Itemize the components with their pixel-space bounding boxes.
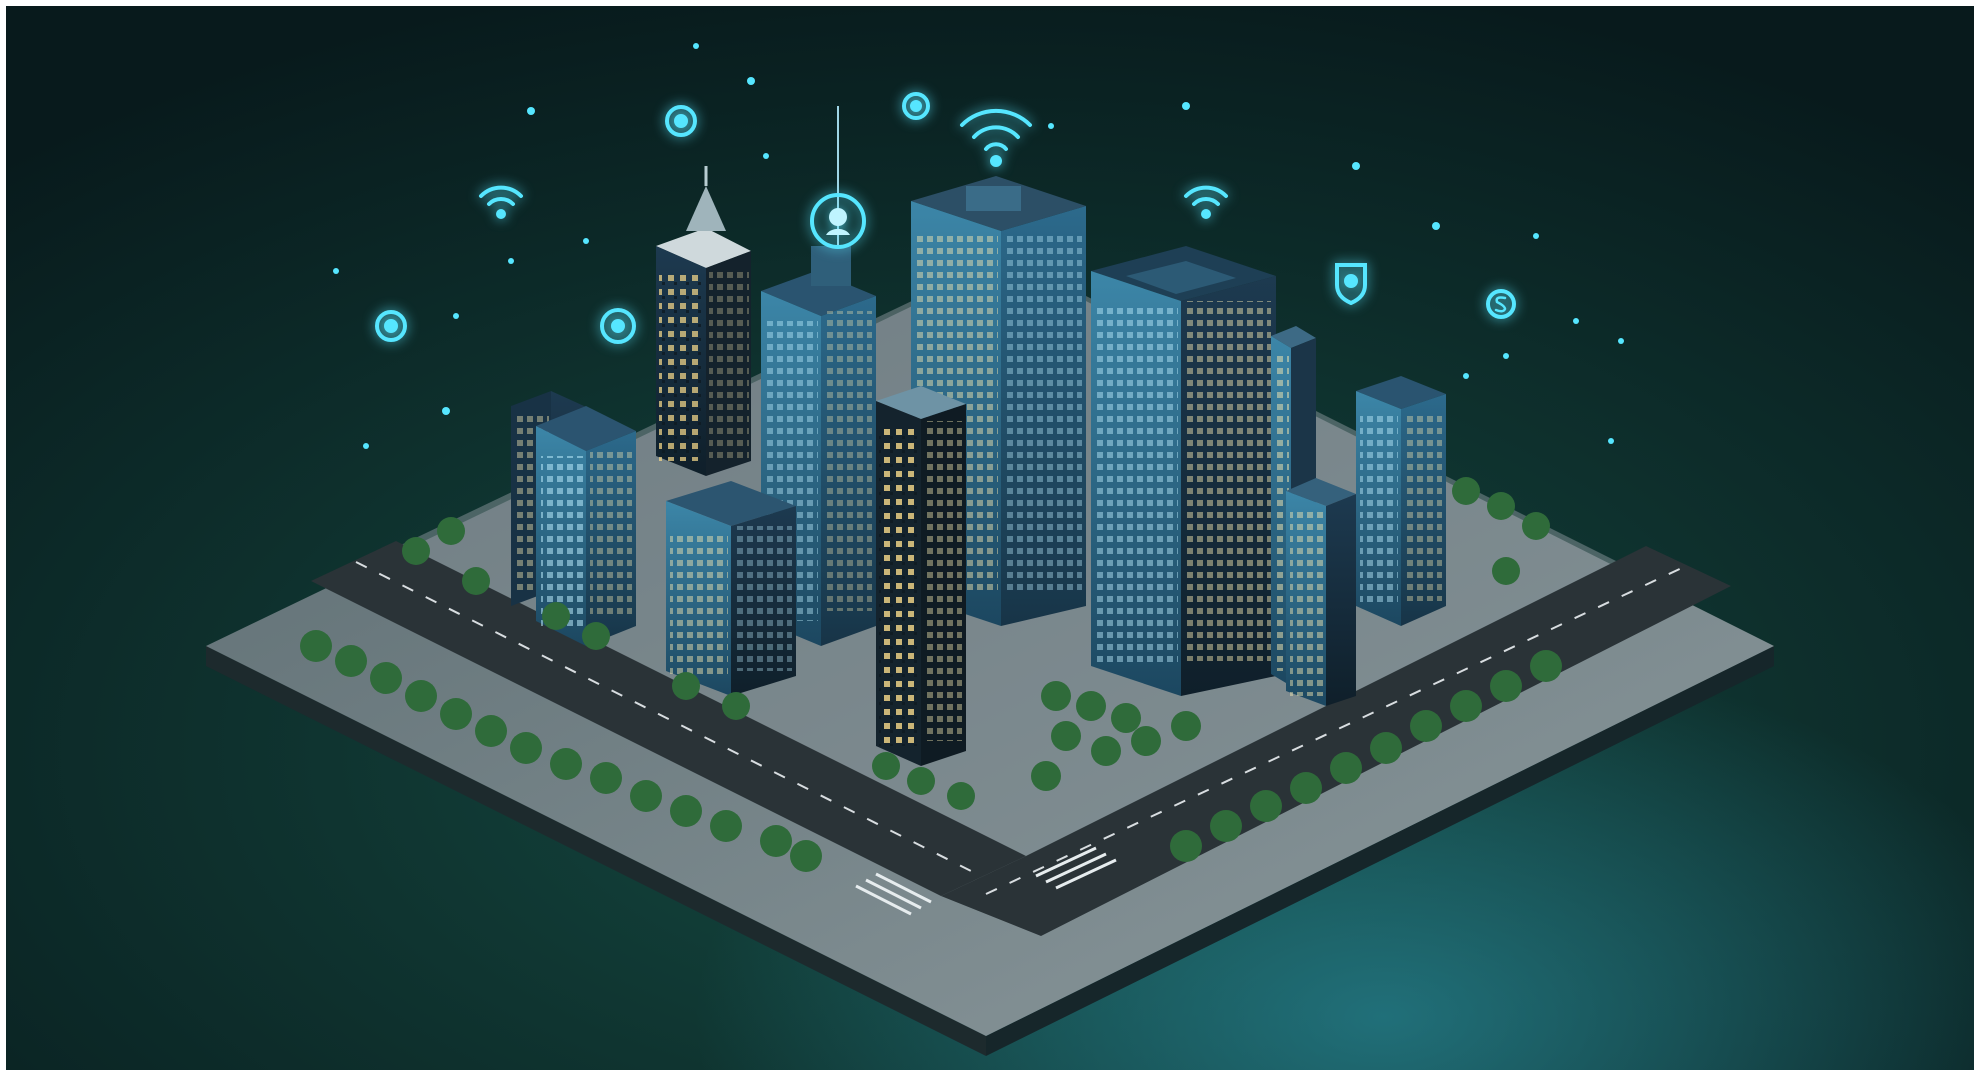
smart-city-illustration <box>6 6 1974 1070</box>
building <box>1286 478 1356 706</box>
building <box>666 481 796 696</box>
building <box>1356 376 1446 626</box>
building <box>876 386 966 766</box>
building <box>1091 246 1276 696</box>
image-frame <box>6 6 1974 1070</box>
